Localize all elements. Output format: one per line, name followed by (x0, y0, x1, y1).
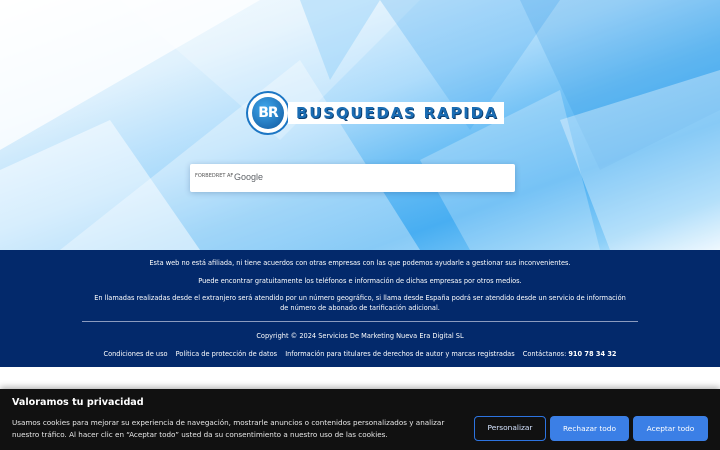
footer-copyright: Copyright © 2024 Servicios De Marketing … (256, 332, 464, 340)
cookie-banner: Valoramos tu privacidad Usamos cookies p… (0, 389, 720, 450)
footer-links: Condiciones de uso Política de protecció… (0, 349, 720, 359)
cookie-text: Usamos cookies para mejorar su experienc… (12, 418, 445, 439)
footer-link-privacy[interactable]: Política de protección de datos (176, 350, 277, 358)
footer-disclaimer-1: Esta web no está afiliada, ni tiene acue… (149, 259, 571, 267)
footer: Esta web no está afiliada, ni tiene acue… (0, 250, 720, 367)
search-box[interactable]: FORBEDRET AF Google (190, 164, 515, 192)
search-input[interactable] (270, 168, 509, 190)
reject-all-button[interactable]: Rechazar todo (550, 416, 629, 441)
brand-logo[interactable]: BR BUSQUEDAS RAPIDA (246, 91, 505, 139)
customize-button[interactable]: Personalizar (474, 416, 546, 441)
footer-disclaimer-2: Puede encontrar gratuitamente los teléfo… (198, 277, 522, 285)
powered-by-label: FORBEDRET AF (195, 173, 234, 179)
brand-name: BUSQUEDAS RAPIDA (288, 102, 505, 124)
cookie-title: Valoramos tu privacidad (12, 397, 144, 408)
brand-badge-icon: BR (246, 91, 290, 135)
footer-disclaimer-3: En llamadas realizadas desde el extranje… (94, 294, 626, 312)
footer-contact-label: Contáctanos: (522, 350, 567, 358)
brand-badge-text: BR (252, 97, 284, 129)
google-logo: Google (234, 172, 264, 182)
footer-contact-phone: 910 78 34 32 (568, 350, 617, 358)
hero-section: BR BUSQUEDAS RAPIDA FORBEDRET AF Google (0, 0, 720, 250)
footer-link-contact[interactable]: Contáctanos: 910 78 34 32 (523, 350, 617, 358)
footer-link-copyright-info[interactable]: Información para titulares de derechos d… (285, 350, 514, 358)
footer-link-terms[interactable]: Condiciones de uso (103, 350, 167, 358)
accept-all-button[interactable]: Aceptar todo (633, 416, 708, 441)
footer-divider (82, 321, 638, 322)
